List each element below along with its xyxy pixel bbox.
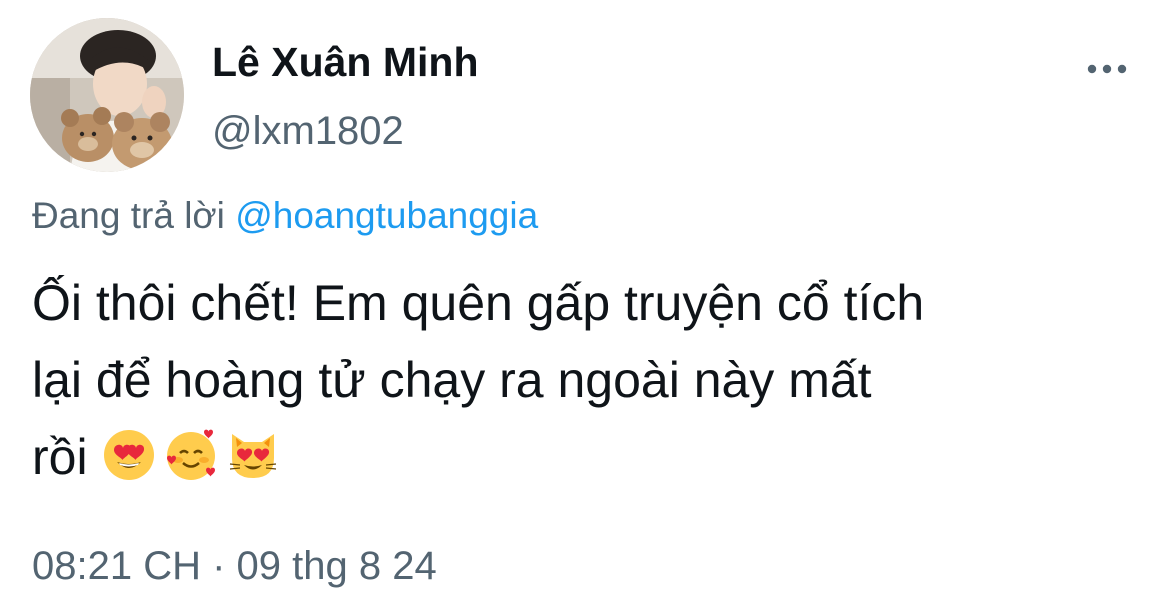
username-handle[interactable]: @lxm1802 <box>212 107 404 155</box>
more-options-button[interactable] <box>1082 54 1132 84</box>
reply-context: Đang trả lời @hoangtubanggia <box>32 193 538 239</box>
avatar-photo <box>30 18 184 172</box>
heart-eyes-cat-emoji-icon <box>229 434 276 478</box>
more-dots-icon <box>1087 64 1127 74</box>
tweet-text-line-last: rồi <box>32 419 1162 496</box>
heart-eyes-emoji-icon <box>103 430 154 480</box>
tweet-text-line: rồi <box>32 429 88 485</box>
display-name[interactable]: Lê Xuân Minh <box>212 38 479 86</box>
tweet-timestamp[interactable]: 08:21 CH · 09 thg 8 24 <box>32 542 437 590</box>
reply-prefix: Đang trả lời <box>32 195 225 236</box>
smiling-face-with-hearts-emoji-icon <box>166 429 215 480</box>
tweet-text: Ối thôi chết! Em quên gấp truyện cổ tích… <box>32 265 1162 496</box>
tweet-text-line: Ối thôi chết! Em quên gấp truyện cổ tích <box>32 275 925 331</box>
avatar[interactable] <box>30 18 184 172</box>
tweet-text-line: lại để hoàng tử chạy ra ngoài này mất <box>32 352 872 408</box>
reply-mention-link[interactable]: @hoangtubanggia <box>235 195 538 236</box>
